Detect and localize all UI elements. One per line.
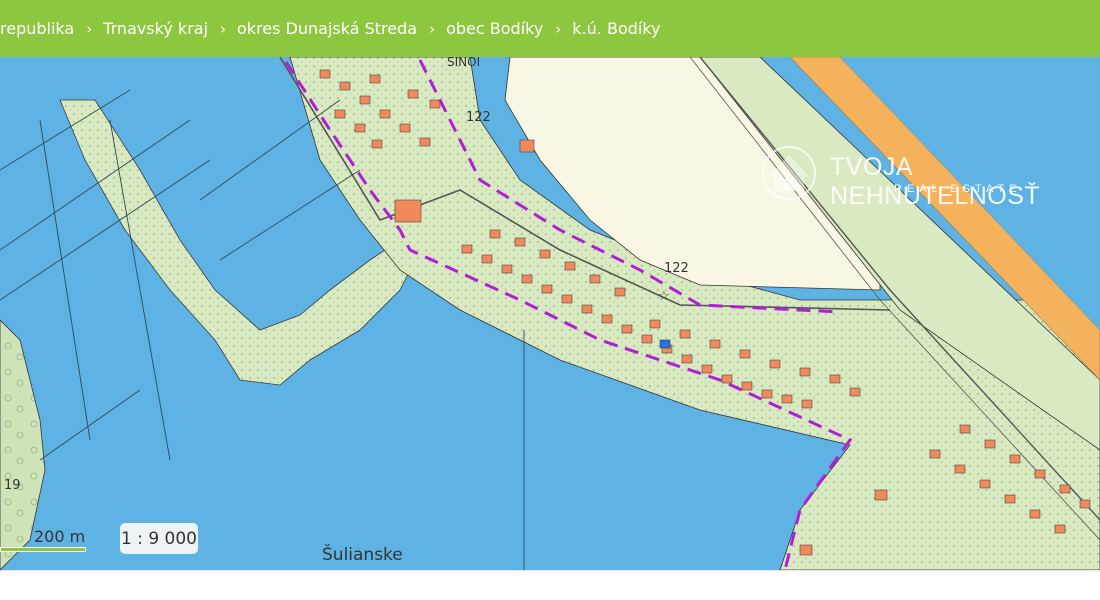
- breadcrumb-item-municipality[interactable]: obec Bodíky: [446, 19, 543, 38]
- breadcrumb-item-region[interactable]: Trnavský kraj: [103, 19, 208, 38]
- scale-bar: [0, 547, 86, 552]
- scale-bar-control: 200 m: [0, 527, 86, 553]
- selected-parcel-marker[interactable]: [659, 339, 671, 349]
- parcel-number-label: 19: [4, 478, 21, 493]
- footer-strip: [0, 570, 1100, 600]
- breadcrumb-separator: ›: [220, 19, 227, 38]
- breadcrumb-separator: ›: [86, 19, 93, 38]
- breadcrumb-item-cadastral-area[interactable]: k.ú. Bodíky: [572, 19, 660, 38]
- breadcrumb-item-country[interactable]: republika: [0, 19, 74, 38]
- lake-name-label: Šulianske: [322, 543, 403, 565]
- scale-label: 200 m: [34, 527, 86, 546]
- watermark: TVOJA NEHNUTEĽNOSŤ REAL ESTATE: [758, 143, 1098, 210]
- scale-ratio-badge: 1 : 9 000: [120, 523, 198, 554]
- map-canvas: 122 122 19 SINOI Šulianske ☆: [0, 57, 1100, 570]
- elevation-label-mid: 122: [664, 261, 689, 276]
- watermark-title: TVOJA NEHNUTEĽNOSŤ: [830, 153, 1041, 210]
- map-view[interactable]: 122 122 19 SINOI Šulianske ☆ TVOJA NEHNU…: [0, 57, 1100, 570]
- breadcrumb: republika › Trnavský kraj › okres Dunajs…: [0, 0, 1100, 57]
- house-logo-icon: [762, 146, 816, 200]
- breadcrumb-separator: ›: [555, 19, 562, 38]
- star-marker-icon: ☆: [658, 288, 670, 303]
- breadcrumb-separator: ›: [429, 19, 436, 38]
- breadcrumb-item-district[interactable]: okres Dunajská Streda: [237, 19, 417, 38]
- street-label: SINOI: [447, 57, 480, 69]
- watermark-subtitle: REAL ESTATE: [894, 183, 1022, 195]
- elevation-label-top: 122: [466, 110, 491, 125]
